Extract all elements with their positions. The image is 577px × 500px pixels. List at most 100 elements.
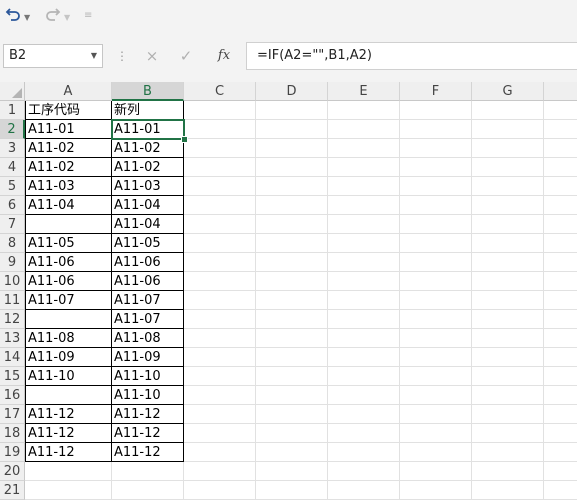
cell-e1[interactable] <box>328 101 400 120</box>
cell-f7[interactable] <box>400 215 472 234</box>
cell-partial[interactable] <box>544 462 577 481</box>
cell-a6[interactable]: A11-04 <box>25 196 112 215</box>
cell-a20[interactable] <box>25 462 112 481</box>
row-header[interactable]: 13 <box>0 329 25 348</box>
cell-b11[interactable]: A11-07 <box>112 291 184 310</box>
cell-g19[interactable] <box>472 443 544 462</box>
cell-a17[interactable]: A11-12 <box>25 405 112 424</box>
cell-d20[interactable] <box>256 462 328 481</box>
column-header-d[interactable]: D <box>256 82 328 101</box>
cell-d6[interactable] <box>256 196 328 215</box>
cell-partial[interactable] <box>544 196 577 215</box>
cell-partial[interactable] <box>544 367 577 386</box>
cell-e12[interactable] <box>328 310 400 329</box>
cell-d2[interactable] <box>256 120 328 139</box>
cell-c19[interactable] <box>184 443 256 462</box>
cell-g14[interactable] <box>472 348 544 367</box>
row-header[interactable]: 15 <box>0 367 25 386</box>
cell-a7[interactable] <box>25 215 112 234</box>
cell-d14[interactable] <box>256 348 328 367</box>
cell-f14[interactable] <box>400 348 472 367</box>
cell-a14[interactable]: A11-09 <box>25 348 112 367</box>
cell-partial[interactable] <box>544 329 577 348</box>
cell-a1[interactable]: 工序代码 <box>25 101 112 120</box>
cell-b14[interactable]: A11-09 <box>112 348 184 367</box>
cell-b9[interactable]: A11-06 <box>112 253 184 272</box>
cell-c15[interactable] <box>184 367 256 386</box>
cell-e2[interactable] <box>328 120 400 139</box>
cell-b5[interactable]: A11-03 <box>112 177 184 196</box>
cell-e15[interactable] <box>328 367 400 386</box>
cell-partial[interactable] <box>544 291 577 310</box>
cell-c6[interactable] <box>184 196 256 215</box>
cell-d3[interactable] <box>256 139 328 158</box>
cell-g1[interactable] <box>472 101 544 120</box>
cell-d16[interactable] <box>256 386 328 405</box>
cell-f6[interactable] <box>400 196 472 215</box>
row-header[interactable]: 3 <box>0 139 25 158</box>
cell-g10[interactable] <box>472 272 544 291</box>
cell-e18[interactable] <box>328 424 400 443</box>
column-header-a[interactable]: A <box>25 82 112 101</box>
cell-b1[interactable]: 新列 <box>112 101 184 120</box>
cell-g2[interactable] <box>472 120 544 139</box>
cell-partial[interactable] <box>544 253 577 272</box>
cell-a8[interactable]: A11-05 <box>25 234 112 253</box>
cell-g8[interactable] <box>472 234 544 253</box>
cell-c8[interactable] <box>184 234 256 253</box>
cell-f12[interactable] <box>400 310 472 329</box>
row-header[interactable]: 12 <box>0 310 25 329</box>
cell-d1[interactable] <box>256 101 328 120</box>
cell-b13[interactable]: A11-08 <box>112 329 184 348</box>
cell-c2[interactable] <box>184 120 256 139</box>
cell-e17[interactable] <box>328 405 400 424</box>
cell-a5[interactable]: A11-03 <box>25 177 112 196</box>
cell-partial[interactable] <box>544 405 577 424</box>
cell-c12[interactable] <box>184 310 256 329</box>
cell-f5[interactable] <box>400 177 472 196</box>
cell-f3[interactable] <box>400 139 472 158</box>
name-box[interactable]: B2 ▼ <box>3 44 103 68</box>
cell-c16[interactable] <box>184 386 256 405</box>
cell-d13[interactable] <box>256 329 328 348</box>
cell-partial[interactable] <box>544 272 577 291</box>
cell-f8[interactable] <box>400 234 472 253</box>
cell-d10[interactable] <box>256 272 328 291</box>
row-header[interactable]: 19 <box>0 443 25 462</box>
cell-g12[interactable] <box>472 310 544 329</box>
row-header[interactable]: 17 <box>0 405 25 424</box>
row-header[interactable]: 2 <box>0 120 25 139</box>
cell-f2[interactable] <box>400 120 472 139</box>
cell-partial[interactable] <box>544 139 577 158</box>
row-header[interactable]: 20 <box>0 462 25 481</box>
cell-f18[interactable] <box>400 424 472 443</box>
column-header-g[interactable]: G <box>472 82 544 101</box>
insert-function-icon[interactable]: fx <box>210 44 238 68</box>
cell-d9[interactable] <box>256 253 328 272</box>
cell-d4[interactable] <box>256 158 328 177</box>
cell-e19[interactable] <box>328 443 400 462</box>
cell-c13[interactable] <box>184 329 256 348</box>
cell-a15[interactable]: A11-10 <box>25 367 112 386</box>
cell-b17[interactable]: A11-12 <box>112 405 184 424</box>
cell-g17[interactable] <box>472 405 544 424</box>
cell-e6[interactable] <box>328 196 400 215</box>
cell-b16[interactable]: A11-10 <box>112 386 184 405</box>
cell-partial[interactable] <box>544 158 577 177</box>
cell-e7[interactable] <box>328 215 400 234</box>
cell-partial[interactable] <box>544 177 577 196</box>
cell-g4[interactable] <box>472 158 544 177</box>
row-header[interactable]: 4 <box>0 158 25 177</box>
cell-f10[interactable] <box>400 272 472 291</box>
cell-e9[interactable] <box>328 253 400 272</box>
row-header[interactable]: 8 <box>0 234 25 253</box>
row-header[interactable]: 21 <box>0 481 25 500</box>
cell-partial[interactable] <box>544 120 577 139</box>
row-header[interactable]: 1 <box>0 101 25 120</box>
cell-e13[interactable] <box>328 329 400 348</box>
column-header-b[interactable]: B <box>112 82 184 101</box>
cell-partial[interactable] <box>544 234 577 253</box>
cell-g7[interactable] <box>472 215 544 234</box>
column-header-f[interactable]: F <box>400 82 472 101</box>
cell-e11[interactable] <box>328 291 400 310</box>
